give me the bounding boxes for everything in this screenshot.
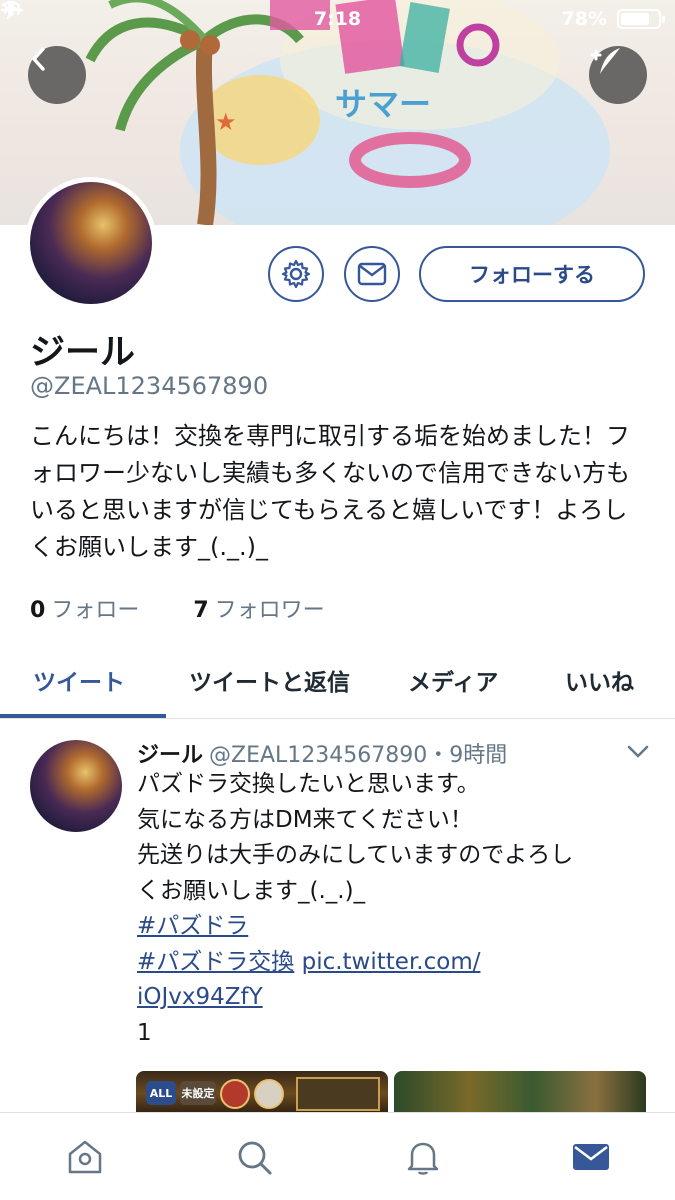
media-panel — [296, 1077, 380, 1111]
svg-text:サマー: サマー — [335, 85, 431, 123]
tab-likes[interactable]: いいね — [565, 642, 634, 718]
tweet-text: パズドラ交換したいと思います。 気になる方はDM来てください！ 先送りは大手のみ… — [137, 767, 637, 1051]
mail-icon — [573, 1144, 609, 1170]
bell-icon — [407, 1142, 439, 1175]
following-count: 0 — [30, 598, 46, 623]
hashtag-link[interactable]: #パズドラ交換 — [137, 949, 294, 975]
tweet-menu-button[interactable] — [626, 744, 650, 764]
media-link-continued[interactable]: iOJvx94ZfY — [137, 984, 263, 1010]
tweet-media-image-2[interactable] — [394, 1071, 646, 1116]
tweet-header: ジール @ZEAL1234567890・9時間 — [137, 737, 507, 769]
tweet-line: 先送りは大手のみにしていますのでよろし — [137, 842, 574, 868]
follow-counts: 0 フォロー 7 フォロワー — [30, 592, 325, 624]
battery-percentage: 78% — [561, 8, 607, 30]
tab-tweets[interactable]: ツイート — [33, 642, 125, 718]
message-button[interactable] — [344, 246, 400, 302]
profile-bio: こんにちは！交換を専門に取引する垢を始めました！フォロワー少ないし実績も多くない… — [30, 422, 630, 561]
tweet-line: パズドラ交換したいと思います。 — [137, 771, 480, 797]
followers-count: 7 — [193, 598, 209, 623]
bluetooth-icon — [3, 0, 15, 18]
media-link[interactable]: pic.twitter.com/ — [302, 949, 481, 975]
profile-display-name: ジール — [30, 333, 136, 373]
status-bar: 7:18 78% — [0, 0, 675, 38]
bottom-navigation — [0, 1112, 675, 1200]
media-chip: 未設定 — [180, 1081, 216, 1105]
tab-media[interactable]: メディア — [408, 642, 498, 718]
battery-icon — [617, 9, 665, 29]
tweet-author[interactable]: ジール — [137, 743, 203, 768]
hashtag-link[interactable]: #パズドラ — [137, 913, 248, 939]
nav-messages[interactable] — [569, 1135, 613, 1179]
nav-home[interactable] — [63, 1135, 107, 1179]
compose-tweet-button[interactable] — [589, 46, 647, 104]
followers-count-link[interactable]: 7 フォロワー — [193, 592, 324, 624]
avatar-image — [30, 182, 152, 304]
tweet-trailing-text: 1 — [137, 1019, 152, 1046]
home-icon — [68, 1140, 102, 1174]
follow-button[interactable]: フォローする — [419, 246, 645, 302]
tweet-line: 気になる方はDM来てください！ — [137, 806, 473, 833]
followers-label: フォロワー — [214, 598, 325, 623]
media-chip: ALL — [146, 1081, 176, 1105]
nav-notifications[interactable] — [401, 1135, 445, 1179]
nav-search[interactable] — [232, 1135, 276, 1179]
chevron-left-icon — [32, 47, 45, 71]
compose-tweet-icon — [590, 48, 620, 74]
envelope-icon — [357, 262, 387, 286]
following-count-link[interactable]: 0 フォロー — [30, 592, 139, 624]
tweet-media-image-1[interactable]: ALL 未設定 — [136, 1071, 388, 1116]
tweet-avatar[interactable] — [30, 740, 122, 832]
chevron-down-icon — [627, 745, 649, 758]
profile-tabs: ツイート ツイートと返信 メディア いいね — [0, 642, 675, 719]
tweet-handle-time: @ZEAL1234567890・9時間 — [209, 743, 508, 768]
profile-avatar[interactable] — [25, 177, 157, 309]
active-tab-indicator — [0, 714, 166, 718]
back-button[interactable] — [28, 46, 86, 104]
tab-tweets-and-replies[interactable]: ツイートと返信 — [189, 642, 350, 718]
svg-text:★: ★ — [215, 108, 237, 136]
gear-icon — [281, 259, 311, 289]
profile-handle: @ZEAL1234567890 — [30, 372, 269, 400]
media-orb — [254, 1079, 284, 1109]
search-icon — [238, 1141, 272, 1175]
settings-button[interactable] — [268, 246, 324, 302]
media-orb — [220, 1079, 250, 1109]
following-label: フォロー — [51, 598, 140, 623]
tweet-line: くお願いします_(._.)_ — [137, 877, 366, 904]
